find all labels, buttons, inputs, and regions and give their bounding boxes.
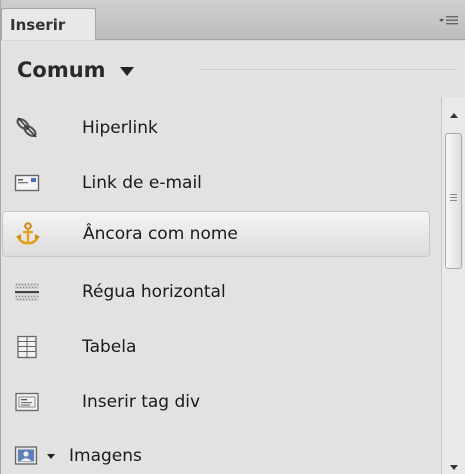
insert-panel: Inserir Comum Hiperlink Link de e-mail Â…: [0, 0, 465, 474]
scroll-thumb[interactable]: [445, 133, 462, 269]
item-label: Régua horizontal: [82, 282, 226, 302]
hyperlink-icon: [16, 117, 37, 138]
vertical-scrollbar[interactable]: [441, 97, 465, 474]
list-item-imagens[interactable]: Imagens: [1, 433, 441, 474]
image-icon: [14, 446, 38, 465]
panel-tab-bar: Inserir: [1, 0, 465, 40]
div-tag-icon: [15, 392, 39, 412]
chevron-down-icon[interactable]: [47, 454, 55, 459]
scroll-down-icon[interactable]: [450, 465, 458, 470]
item-label: Imagens: [69, 446, 142, 466]
scroll-up-icon[interactable]: [450, 113, 458, 118]
category-selector[interactable]: Comum: [1, 41, 465, 97]
list-item-ancora[interactable]: Âncora com nome: [2, 211, 430, 257]
grip-icon: [450, 194, 457, 203]
horizontal-rule-icon: [15, 283, 39, 301]
item-label: Âncora com nome: [83, 224, 238, 244]
item-label: Link de e-mail: [82, 173, 202, 193]
list-item-tag-div[interactable]: Inserir tag div: [1, 379, 441, 427]
email-link-icon: [14, 174, 40, 192]
tab-inserir[interactable]: Inserir: [1, 8, 96, 40]
chevron-down-icon: [120, 67, 134, 76]
item-label: Inserir tag div: [82, 392, 201, 412]
category-divider: [201, 69, 456, 71]
named-anchor-icon: [16, 222, 40, 245]
category-label: Comum: [17, 58, 106, 82]
panel-options-icon[interactable]: [438, 14, 460, 28]
item-label: Tabela: [82, 337, 137, 357]
list-item-link-email[interactable]: Link de e-mail: [1, 160, 441, 208]
list-item-hiperlink[interactable]: Hiperlink: [1, 105, 441, 153]
insert-item-list: Hiperlink Link de e-mail Âncora com nome…: [1, 97, 441, 474]
table-icon: [17, 335, 37, 359]
list-item-tabela[interactable]: Tabela: [1, 324, 441, 372]
item-label: Hiperlink: [82, 118, 158, 138]
list-item-regua[interactable]: Régua horizontal: [1, 269, 441, 317]
